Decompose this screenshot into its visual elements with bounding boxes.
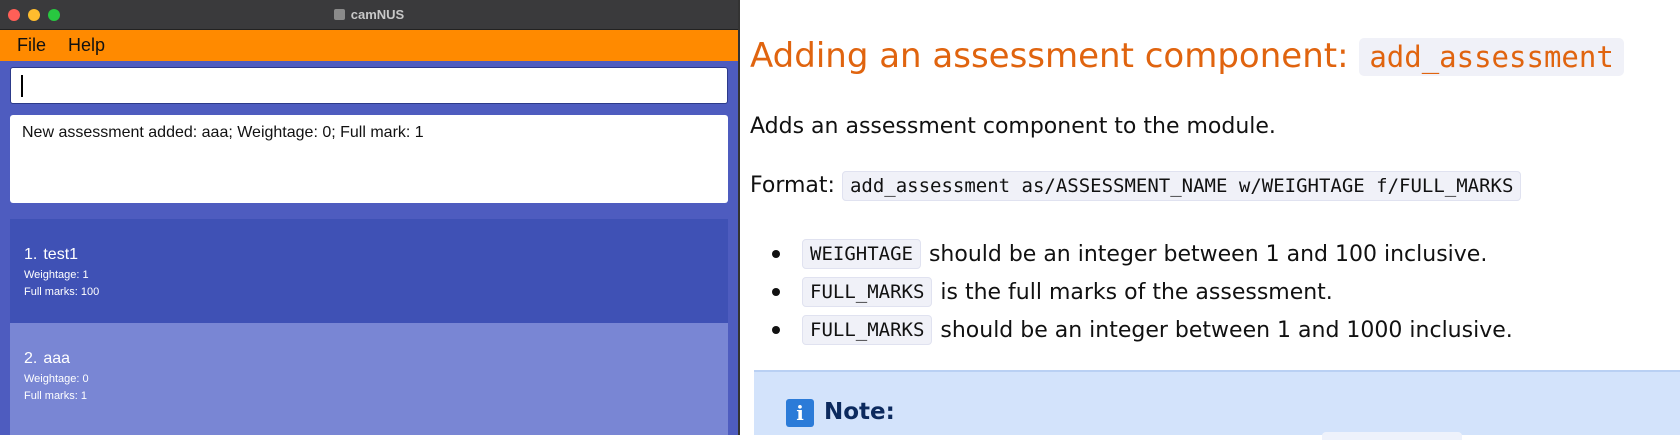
assessment-list[interactable]: 1. test1 Weightage: 1 Full marks: 100 2. a… xyxy=(10,219,728,435)
window-title-text: camNUS xyxy=(350,7,405,22)
menu-help[interactable]: Help xyxy=(57,35,116,56)
format-code: add_assessment as/ASSESSMENT_NAME w/WEIG… xyxy=(841,171,1522,201)
menu-file[interactable]: File xyxy=(6,35,57,56)
param-code: WEIGHTAGE xyxy=(802,239,921,269)
heading-text: Adding an assessment component: xyxy=(750,36,1360,76)
command-box[interactable] xyxy=(10,67,728,104)
window-title: camNUS xyxy=(0,7,738,22)
bullet-icon xyxy=(772,326,780,334)
menu-bar: File Help xyxy=(0,30,738,61)
assessment-title: 1. test1 xyxy=(24,246,714,264)
parameter-list: WEIGHTAGE should be an integer between 1… xyxy=(750,235,1513,349)
bullet-icon xyxy=(772,250,780,258)
bullet-icon xyxy=(772,288,780,296)
format-label: Format: xyxy=(750,173,835,198)
param-code: FULL_MARKS xyxy=(802,315,933,345)
result-text: New assessment added: aaa; Weightage: 0;… xyxy=(22,124,424,141)
list-item: FULL_MARKS is the full marks of the asse… xyxy=(750,273,1513,311)
param-code: FULL_MARKS xyxy=(802,277,933,307)
text-caret xyxy=(21,75,23,97)
assessment-card[interactable]: 1. test1 Weightage: 1 Full marks: 100 xyxy=(10,219,728,323)
assessment-title: 2. aaa xyxy=(24,350,714,368)
assessment-card[interactable]: 2. aaa Weightage: 0 Full marks: 1 xyxy=(10,323,728,435)
assessment-full-marks: Full marks: 1 xyxy=(24,390,87,402)
app-window: camNUS File Help New assessment added: a… xyxy=(0,0,740,435)
note-callout: i Note: xyxy=(754,370,1680,440)
command-input[interactable] xyxy=(11,68,727,103)
heading-code: add_assessment xyxy=(1359,38,1624,76)
assessment-name: aaa xyxy=(43,350,71,367)
info-icon: i xyxy=(786,399,814,427)
note-label: Note: xyxy=(824,399,895,425)
assessment-index: 1. xyxy=(24,246,38,263)
assessment-weightage: Weightage: 1 xyxy=(24,269,89,281)
assessment-weightage: Weightage: 0 xyxy=(24,373,89,385)
assessment-full-marks: Full marks: 100 xyxy=(24,286,100,298)
user-guide-page: Adding an assessment component: add_asse… xyxy=(742,0,1680,440)
section-heading: Adding an assessment component: add_asse… xyxy=(750,36,1624,76)
title-bar[interactable]: camNUS xyxy=(0,0,738,30)
section-description: Adds an assessment component to the modu… xyxy=(750,114,1276,139)
app-icon xyxy=(333,9,345,20)
param-text: should be an integer between 1 and 1000 … xyxy=(940,317,1513,343)
format-line: Format: add_assessment as/ASSESSMENT_NAM… xyxy=(750,171,1522,201)
assessment-name: test1 xyxy=(43,246,79,263)
param-text: should be an integer between 1 and 100 i… xyxy=(928,241,1488,267)
assessment-index: 2. xyxy=(24,350,38,367)
note-code-fragment xyxy=(1322,432,1462,440)
result-display: New assessment added: aaa; Weightage: 0;… xyxy=(10,115,728,203)
list-item: FULL_MARKS should be an integer between … xyxy=(750,311,1513,349)
param-text: is the full marks of the assessment. xyxy=(940,279,1333,305)
list-item: WEIGHTAGE should be an integer between 1… xyxy=(750,235,1513,273)
